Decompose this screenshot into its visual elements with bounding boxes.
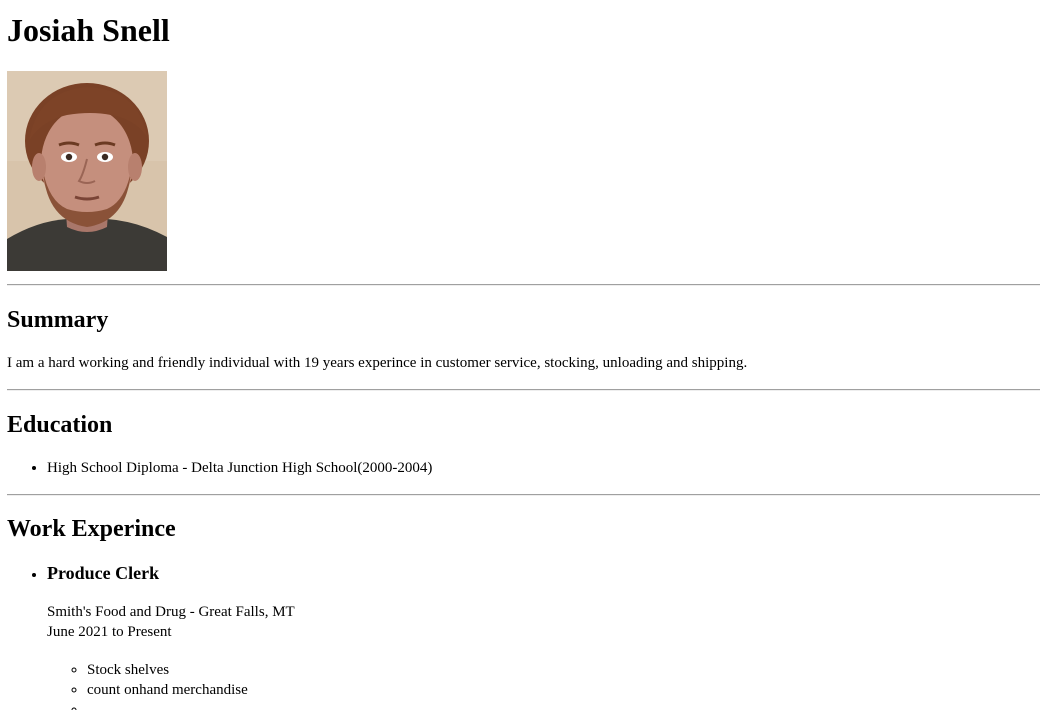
summary-text: I am a hard working and friendly individ… — [7, 355, 748, 371]
job-item: Produce Clerk Smith's Food and Drug - Gr… — [47, 562, 295, 710]
divider — [7, 494, 1040, 496]
education-list: High School Diploma - Delta Junction Hig… — [7, 459, 432, 477]
list-item: count onhand merchandise — [87, 680, 295, 700]
page-title: Josiah Snell — [7, 12, 170, 48]
job-title: Produce Clerk — [47, 563, 160, 583]
list-item: Stock shelves — [87, 660, 295, 680]
profile-photo — [7, 71, 167, 271]
summary-heading: Summary — [7, 307, 109, 333]
education-heading: Education — [7, 412, 113, 438]
work-heading: Work Experince — [7, 516, 176, 542]
duties-list: Stock shelves count onhand merchandise .… — [47, 660, 295, 710]
profile-photo-illustration — [7, 71, 167, 271]
job-dates: June 2021 to Present — [47, 624, 172, 640]
work-list: Produce Clerk Smith's Food and Drug - Gr… — [7, 562, 295, 710]
list-item: ... — [87, 700, 295, 710]
divider — [7, 284, 1040, 286]
job-employer: Smith's Food and Drug - Great Falls, MT — [47, 604, 295, 620]
divider — [7, 389, 1040, 391]
list-item: High School Diploma - Delta Junction Hig… — [47, 459, 432, 477]
